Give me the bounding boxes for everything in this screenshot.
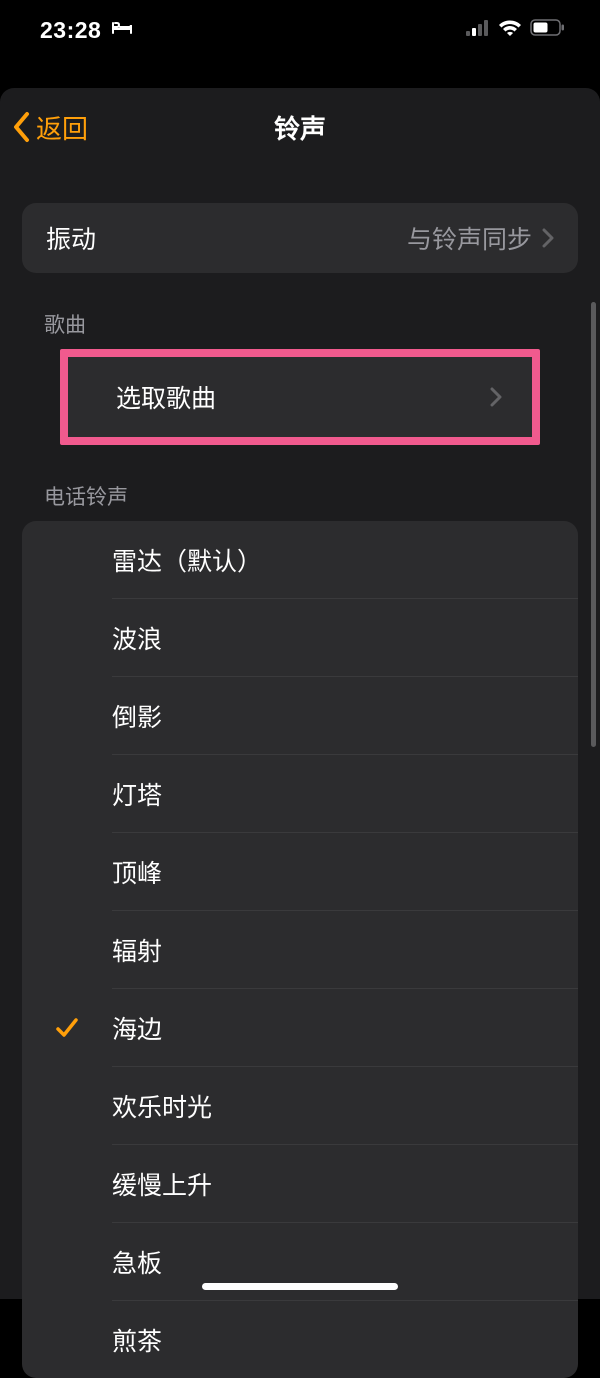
bed-icon: [111, 20, 133, 41]
status-time: 23:28: [40, 17, 101, 44]
ringtone-row[interactable]: 顶峰: [22, 833, 578, 910]
song-section-title: 歌曲: [44, 309, 600, 339]
pick-song-row[interactable]: 选取歌曲: [68, 357, 532, 437]
ringtone-row[interactable]: 海边: [22, 989, 578, 1066]
chevron-right-icon: [490, 387, 502, 407]
check-column: [22, 1017, 112, 1039]
ringtone-list: 雷达（默认） 波浪倒影灯塔顶峰辐射海边欢乐时光缓慢上升急板煎茶: [22, 521, 578, 1378]
ringtone-row[interactable]: 欢乐时光: [22, 1067, 578, 1144]
ringtone-label: 欢乐时光: [112, 1088, 554, 1124]
ringtone-label: 急板: [112, 1244, 554, 1280]
ringtone-label: 辐射: [112, 932, 554, 968]
ringtone-row[interactable]: 缓慢上升: [22, 1145, 578, 1222]
back-button[interactable]: 返回: [0, 109, 88, 146]
back-label: 返回: [36, 109, 88, 146]
wifi-icon: [498, 19, 522, 42]
status-left: 23:28: [40, 17, 133, 44]
ringtone-label: 煎茶: [112, 1322, 554, 1358]
signal-icon: [466, 20, 490, 41]
ringtone-row[interactable]: 波浪: [22, 599, 578, 676]
home-indicator[interactable]: [202, 1283, 398, 1290]
vibration-value: 与铃声同步: [407, 220, 532, 256]
vibration-row[interactable]: 振动 与铃声同步: [22, 203, 578, 273]
status-right: [466, 19, 565, 42]
ringtone-label: 缓慢上升: [112, 1166, 554, 1202]
ringtone-label: 倒影: [112, 698, 554, 734]
content-card: 返回 铃声 振动 与铃声同步 歌曲 选取歌曲 电话铃声 雷达（默认） 波浪倒影灯塔…: [0, 88, 600, 1299]
ringtone-label: 波浪: [112, 620, 554, 656]
pick-song-label: 选取歌曲: [116, 379, 490, 415]
ringtone-label: 灯塔: [112, 776, 554, 812]
ringtone-row[interactable]: 雷达（默认）: [22, 521, 578, 598]
scroll-indicator[interactable]: [591, 302, 596, 747]
ringtone-row[interactable]: 倒影: [22, 677, 578, 754]
vibration-label: 振动: [46, 220, 407, 256]
battery-icon: [530, 19, 565, 41]
ringtone-label: 雷达（默认）: [112, 542, 554, 578]
ringtone-label: 海边: [112, 1010, 554, 1046]
checkmark-icon: [55, 1017, 79, 1039]
pick-song-highlight: 选取歌曲: [60, 349, 540, 445]
chevron-left-icon: [12, 111, 32, 143]
ringtone-section-title: 电话铃声: [44, 481, 600, 511]
ringtone-row[interactable]: 灯塔: [22, 755, 578, 832]
page-title: 铃声: [274, 109, 326, 146]
ringtone-label: 顶峰: [112, 854, 554, 890]
nav-header: 返回 铃声: [0, 88, 600, 166]
status-bar: 23:28: [0, 0, 600, 60]
vibration-group: 振动 与铃声同步: [22, 203, 578, 273]
ringtone-row[interactable]: 辐射: [22, 911, 578, 988]
chevron-right-icon: [542, 228, 554, 248]
ringtone-row[interactable]: 煎茶: [22, 1301, 578, 1378]
